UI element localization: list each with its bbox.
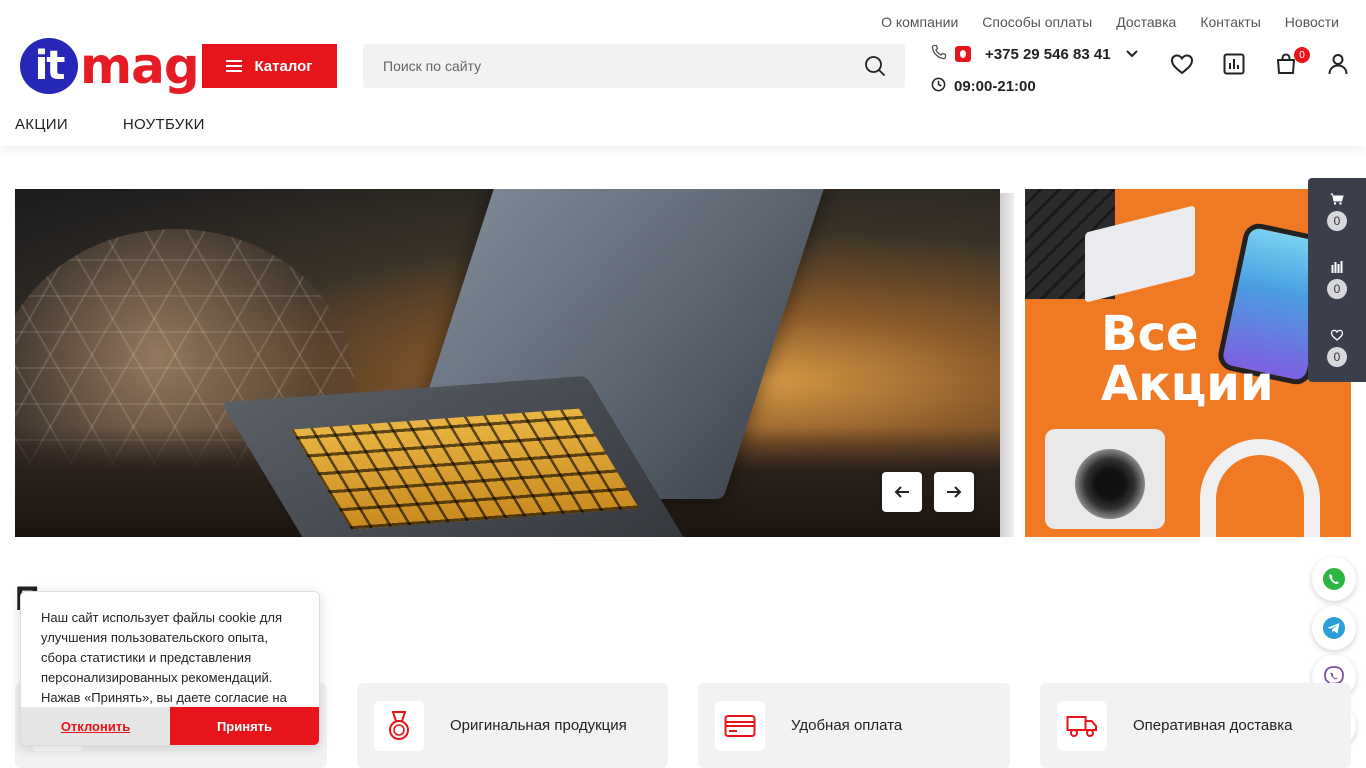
search-icon[interactable] (853, 44, 897, 88)
arrow-left-icon (894, 486, 909, 498)
side-compare[interactable]: 0 (1308, 246, 1366, 314)
header-icons: 0 (1170, 47, 1350, 76)
top-link-payment[interactable]: Способы оплаты (982, 14, 1092, 30)
floating-side-panel: 0 0 0 (1308, 178, 1366, 382)
cookie-accept-button[interactable]: Принять (170, 707, 319, 745)
clock-icon (931, 77, 946, 96)
laptop-keyboard-art (290, 408, 640, 530)
cookie-text: Наш сайт использует файлы cookie для улу… (41, 610, 287, 705)
nav-item-laptops[interactable]: НОУТБУКИ (123, 116, 205, 133)
hero-slider[interactable] (15, 189, 1000, 537)
site-logo[interactable]: it mag (20, 37, 200, 95)
search-input[interactable] (363, 44, 853, 88)
contact-block: +375 29 546 83 41 09:00-21:00 (931, 44, 1139, 96)
cookie-decline-button[interactable]: Отклонить (21, 707, 170, 745)
cookie-consent-banner: Наш сайт использует файлы cookie для улу… (20, 591, 320, 746)
slider-next-button[interactable] (934, 472, 974, 512)
cookie-buttons: Отклонить Принять (21, 707, 319, 745)
user-icon[interactable] (1326, 52, 1350, 76)
side-favorites-count: 0 (1327, 347, 1347, 367)
cart-icon[interactable]: 0 (1274, 47, 1310, 76)
side-favorites[interactable]: 0 (1308, 314, 1366, 382)
telegram-button[interactable] (1312, 606, 1356, 650)
whatsapp-button[interactable] (1312, 557, 1356, 601)
nav-item-sales[interactable]: АКЦИИ (15, 116, 68, 133)
medal-icon (374, 700, 424, 751)
feature-tile-payment: Удобная оплата (698, 683, 1010, 768)
feature-label-original: Оригинальная продукция (450, 717, 627, 734)
truck-icon (1057, 700, 1107, 751)
hours-row: 09:00-21:00 (931, 77, 1139, 96)
top-link-delivery[interactable]: Доставка (1116, 14, 1176, 30)
catalog-label: Каталог (254, 57, 313, 75)
telegram-icon (1323, 617, 1345, 639)
cart-count-badge: 0 (1294, 47, 1310, 63)
main-nav: АКЦИИ НОУТБУКИ (15, 116, 205, 133)
side-cart-count: 0 (1327, 211, 1347, 231)
cart-icon (1330, 193, 1344, 205)
top-links: О компании Способы оплаты Доставка Конта… (881, 14, 1339, 30)
promo-lens-art (1075, 449, 1145, 519)
phone-row[interactable]: +375 29 546 83 41 (931, 44, 1139, 64)
top-link-about[interactable]: О компании (881, 14, 958, 30)
feature-label-payment: Удобная оплата (791, 717, 903, 734)
credit-card-icon (715, 700, 765, 751)
promo-title-line2: Акции (1101, 356, 1274, 413)
whatsapp-icon (1323, 568, 1345, 590)
search-bar (363, 44, 905, 88)
compare-icon (1331, 261, 1343, 273)
catalog-button[interactable]: Каталог (202, 44, 337, 88)
all-sales-banner[interactable]: Все Акции (1025, 189, 1351, 537)
phone-icon (931, 44, 947, 64)
side-compare-count: 0 (1327, 279, 1347, 299)
feature-tile-delivery: Оперативная доставка (1040, 683, 1351, 768)
arrow-right-icon (947, 486, 962, 498)
phone-number: +375 29 546 83 41 (985, 45, 1111, 63)
chevron-down-icon[interactable] (1125, 46, 1139, 63)
viber-flag-icon (955, 46, 971, 62)
promo-title-line1: Все (1101, 306, 1199, 362)
promo-headphones-art (1200, 439, 1320, 537)
working-hours: 09:00-21:00 (954, 78, 1036, 95)
compare-icon[interactable] (1222, 52, 1246, 76)
top-link-news[interactable]: Новости (1285, 14, 1339, 30)
side-cart[interactable]: 0 (1308, 178, 1366, 246)
promo-title: Все Акции (1101, 309, 1274, 410)
next-slide-peek (1000, 193, 1014, 537)
logo-text: mag (80, 37, 200, 95)
feature-tile-original: Оригинальная продукция (357, 683, 668, 768)
feature-label-delivery: Оперативная доставка (1133, 717, 1293, 734)
heart-icon[interactable] (1170, 52, 1194, 76)
menu-icon (226, 60, 243, 72)
heart-icon (1330, 329, 1344, 341)
top-link-contacts[interactable]: Контакты (1200, 14, 1260, 30)
site-header: О компании Способы оплаты Доставка Конта… (0, 0, 1366, 146)
logo-badge: it (20, 38, 78, 94)
slider-prev-button[interactable] (882, 472, 922, 512)
